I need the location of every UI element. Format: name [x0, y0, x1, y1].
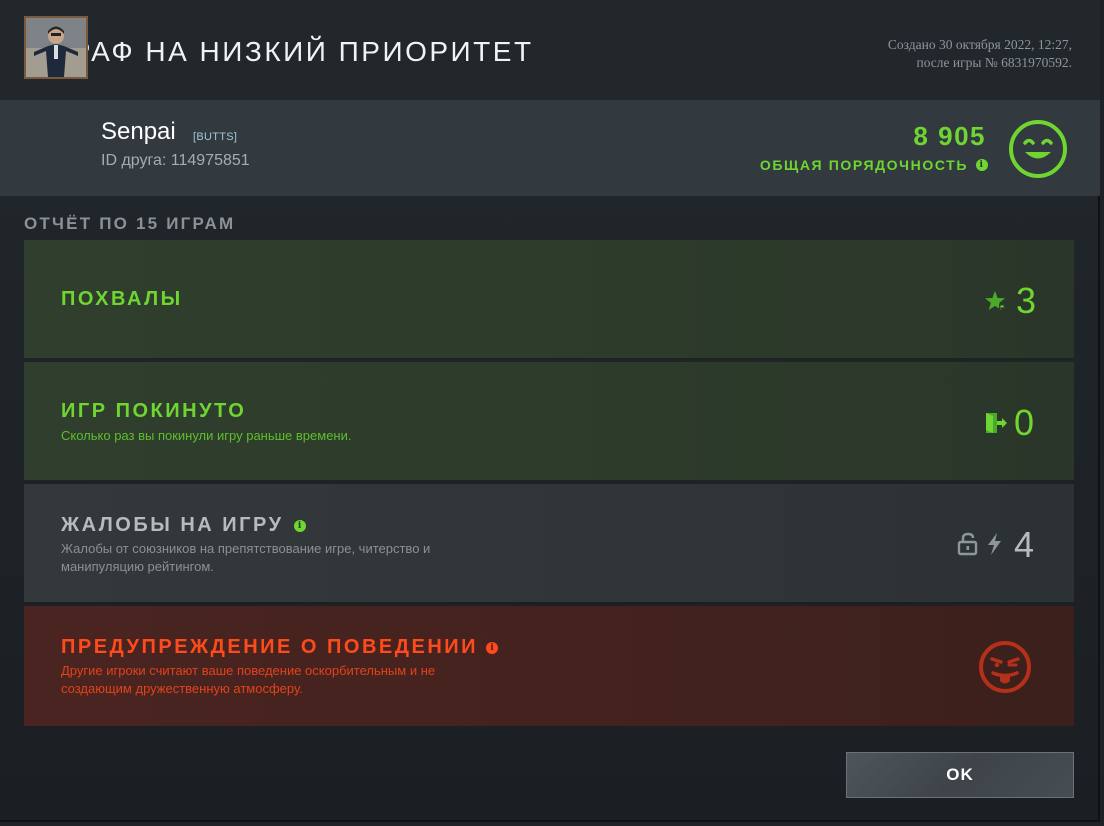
behavior-score-label-text: ОБЩАЯ ПОРЯДОЧНОСТЬ: [759, 157, 968, 173]
created-date: Создано 30 октября 2022, 12:27,: [887, 37, 1072, 52]
commends-count: 3: [1016, 280, 1037, 321]
reports-description-line2: манипуляцию рейтингом.: [61, 559, 214, 574]
avatar-image: [26, 18, 86, 77]
warning-title-text: ПРЕДУПРЕЖДЕНИЕ О ПОВЕДЕНИИ: [61, 636, 479, 658]
reports-description-line1: Жалобы от союзников на препятствование и…: [61, 541, 431, 556]
reports-title: ЖАЛОБЫ НА ИГРУ i: [61, 514, 306, 537]
report-heading: ОТЧЁТ ПО 15 ИГРАМ: [24, 214, 236, 233]
behavior-score: 8 905: [913, 121, 986, 151]
info-icon[interactable]: i: [486, 642, 499, 654]
friend-id: ID друга: 114975851: [101, 152, 250, 169]
info-icon[interactable]: i: [293, 520, 306, 532]
lightning-report-icon: [988, 533, 1001, 555]
guild-tag: [BUTTS]: [193, 131, 238, 143]
warning-title: ПРЕДУПРЕЖДЕНИЕ О ПОВЕДЕНИИ i: [61, 636, 499, 659]
warning-description-line1: Другие игроки считают ваше поведение оск…: [61, 663, 436, 678]
abandons-title: ИГР ПОКИНУТО: [61, 400, 247, 422]
username[interactable]: Senpai: [101, 118, 176, 146]
info-icon[interactable]: i: [976, 159, 988, 171]
reports-description: Жалобы от союзников на препятствование и…: [61, 540, 531, 576]
reports-title-text: ЖАЛОБЫ НА ИГРУ: [61, 514, 284, 536]
abandons-count: 0: [1014, 402, 1035, 443]
abandons-description: Сколько раз вы покинули игру раньше врем…: [61, 428, 352, 443]
abandons-row: ИГР ПОКИНУТО Сколько раз вы покинули игр…: [24, 362, 1074, 482]
tongue-face-icon: [979, 641, 1031, 693]
created-match: после игры № 6831970592.: [916, 55, 1073, 70]
happy-face-icon: [1009, 120, 1067, 178]
commends-row: ПОХВАЛЫ: [24, 240, 1074, 360]
behavior-score-label: ОБЩАЯ ПОРЯДОЧНОСТЬ i: [760, 157, 988, 173]
commends-title: ПОХВАЛЫ: [61, 288, 183, 310]
dialog-header: ШТРАФ НА НИЗКИЙ ПРИОРИТЕТ Создано 30 окт…: [0, 0, 1100, 100]
warning-description-line2: создающим дружественную атмосферу.: [61, 681, 303, 696]
unlocked-lock-icon: [957, 532, 978, 556]
low-priority-dialog: ШТРАФ НА НИЗКИЙ ПРИОРИТЕТ Создано 30 окт…: [0, 0, 1100, 822]
exit-door-icon: [986, 413, 1007, 433]
reports-row: ЖАЛОБЫ НА ИГРУ i Жалобы от союзников на п…: [24, 484, 1074, 604]
created-info: Создано 30 октября 2022, 12:27, после иг…: [888, 36, 1072, 72]
avatar[interactable]: [24, 16, 88, 79]
star-commend-icon: [985, 291, 1005, 310]
dialog-title: ШТРАФ НА НИЗКИЙ ПРИОРИТЕТ: [24, 36, 534, 67]
reports-count: 4: [1014, 524, 1035, 565]
behavior-warning-row: ПРЕДУПРЕЖДЕНИЕ О ПОВЕДЕНИИ i Другие игрок…: [24, 606, 1074, 726]
ok-button[interactable]: OK: [846, 752, 1074, 798]
warning-description: Другие игроки считают ваше поведение оск…: [61, 662, 531, 698]
